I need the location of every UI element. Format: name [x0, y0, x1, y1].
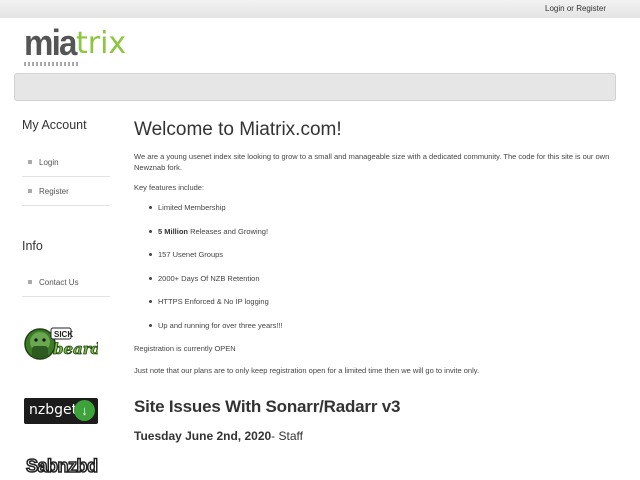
- registration-status: Registration is currently OPEN: [134, 344, 614, 353]
- sickbeard-badge[interactable]: SICK beard: [24, 322, 102, 370]
- logo-text-mia: mia: [24, 22, 77, 63]
- features-list: Limited Membership 5 Million Releases an…: [134, 196, 614, 337]
- beard-text: beard: [53, 340, 98, 358]
- sidebar-item-label: Contact Us: [39, 277, 79, 287]
- info-heading: Info: [22, 239, 43, 253]
- registration-label: Registration is currently: [134, 344, 213, 353]
- sabnzbd-text: Sabnzbd: [25, 455, 98, 477]
- list-item: Limited Membership: [134, 196, 614, 220]
- bullet-icon: [28, 280, 32, 284]
- sidebar-item-contact-us[interactable]: Contact Us: [22, 268, 110, 297]
- site-logo[interactable]: mia trix: [24, 24, 134, 66]
- auth-links: Login or Register: [545, 4, 606, 13]
- key-features-label: Key features include:: [134, 183, 205, 192]
- my-account-heading: My Account: [22, 118, 87, 132]
- sickbeard-logo-icon: SICK beard: [24, 327, 102, 360]
- news-title[interactable]: Site Issues With Sonarr/Radarr v3: [134, 397, 614, 417]
- navigation-bar: [14, 73, 616, 101]
- logo-text-trix: trix: [76, 26, 127, 61]
- nzbget-text: nzbget: [29, 402, 78, 418]
- bullet-icon: [28, 160, 32, 164]
- sick-text: SICK: [54, 330, 73, 339]
- login-link[interactable]: Login: [545, 4, 565, 13]
- sidebar-item-register[interactable]: Register: [22, 177, 110, 206]
- news-author: - Staff: [271, 429, 303, 443]
- sidebar-item-label: Register: [39, 186, 69, 196]
- sidebar: My Account Login Register Info Contact U…: [22, 118, 110, 297]
- main-content: Welcome to Miatrix.com! We are a young u…: [134, 118, 614, 443]
- list-item: 5 Million Releases and Growing!: [134, 220, 614, 244]
- sidebar-item-label: Login: [39, 157, 59, 167]
- registration-value: OPEN: [214, 344, 236, 353]
- sidebar-item-login[interactable]: Login: [22, 148, 110, 177]
- intro-text: We are a young usenet index site looking…: [134, 152, 610, 172]
- register-link[interactable]: Register: [576, 4, 606, 13]
- or-text: or: [566, 4, 574, 13]
- registration-note: Just note that our plans are to only kee…: [134, 366, 480, 375]
- news-meta: Tuesday June 2nd, 2020- Staff: [134, 429, 614, 443]
- logo-reflection: [24, 62, 78, 66]
- list-item: HTTPS Enforced & No IP logging: [134, 290, 614, 314]
- sabnzbd-badge[interactable]: Sabnzbd: [24, 455, 98, 480]
- nzbget-badge[interactable]: nzbget ↓: [24, 398, 98, 424]
- bullet-icon: [28, 189, 32, 193]
- list-item: 157 Usenet Groups: [134, 243, 614, 267]
- page-title: Welcome to Miatrix.com!: [134, 119, 342, 140]
- top-bar: Login or Register: [0, 0, 640, 18]
- list-item: Up and running for over three years!!!: [134, 314, 614, 338]
- download-arrow-icon: ↓: [74, 400, 95, 421]
- news-date: Tuesday June 2nd, 2020: [134, 429, 272, 443]
- list-item: 2000+ Days Of NZB Retention: [134, 267, 614, 291]
